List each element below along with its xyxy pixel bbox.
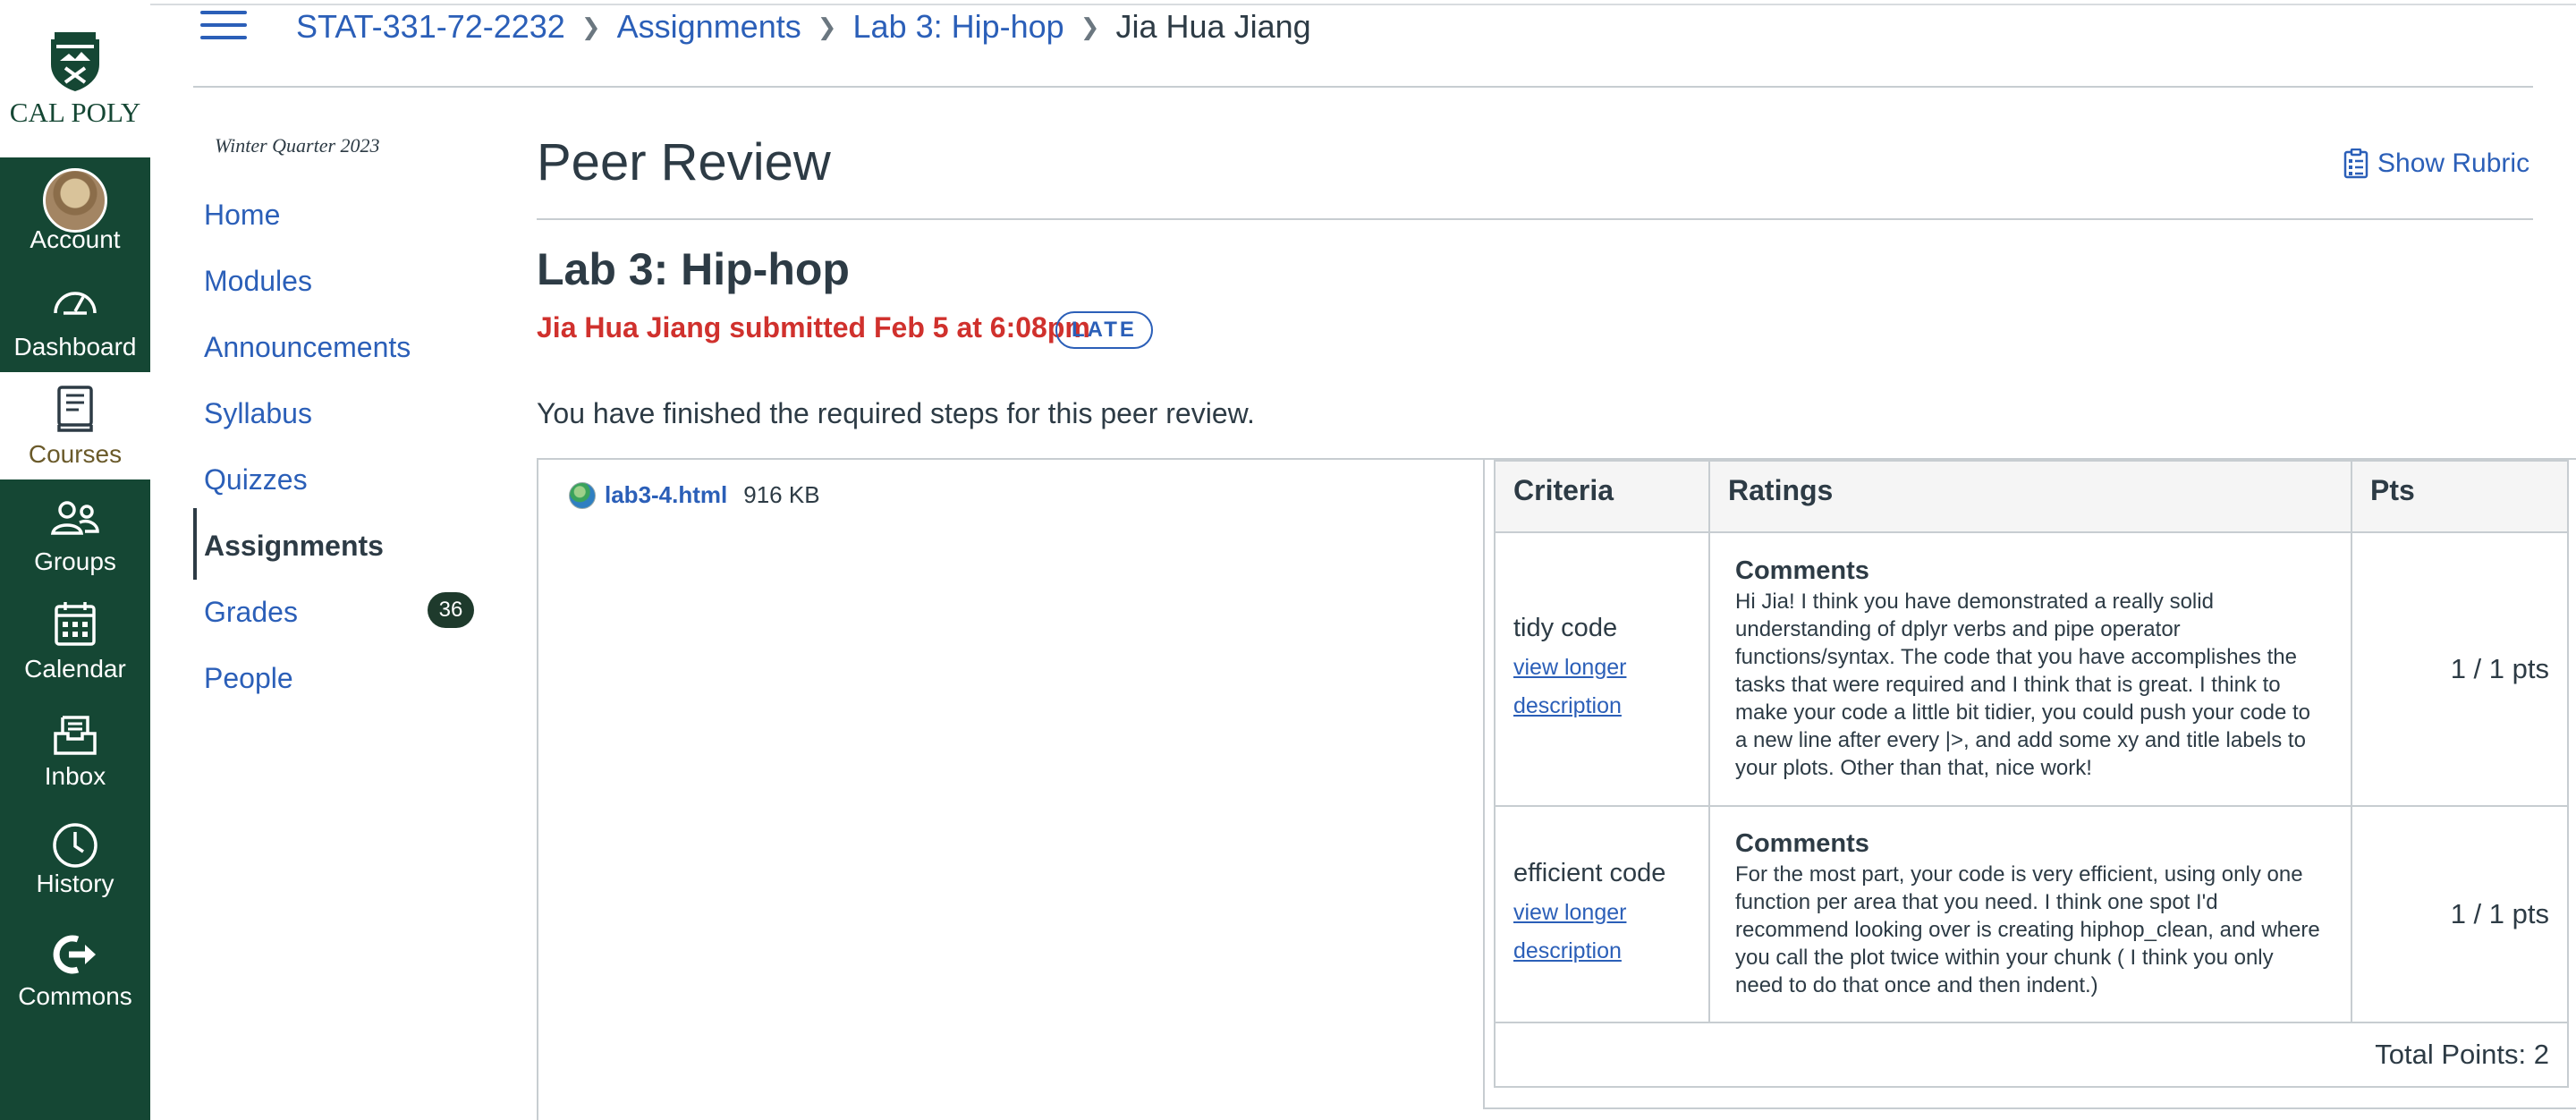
nav-calendar[interactable]: Calendar [0, 587, 150, 694]
rating-cell: Comments Hi Jia! I think you have demons… [1708, 531, 2352, 807]
term-label: Winter Quarter 2023 [215, 134, 380, 157]
page-title: Peer Review [537, 133, 831, 191]
title-divider [537, 218, 2533, 220]
nav-account[interactable]: Account [0, 157, 150, 265]
breadcrumb-course[interactable]: STAT-331-72-2232 [296, 8, 565, 46]
dashboard-icon [54, 292, 97, 315]
account-avatar [43, 168, 107, 233]
html-file-icon [569, 481, 596, 509]
breadcrumb-assignments[interactable]: Assignments [617, 8, 801, 46]
late-badge: LATE [1055, 311, 1153, 349]
nav-dashboard-label: Dashboard [13, 333, 137, 361]
total-points: Total Points: 2 [1494, 1022, 2569, 1088]
nav-inbox[interactable]: Inbox [0, 694, 150, 802]
nav-commons-label: Commons [18, 982, 132, 1010]
course-nav-people[interactable]: People [204, 662, 293, 695]
rubric-row: tidy code view longer description Commen… [1494, 531, 2569, 807]
nav-calendar-label: Calendar [24, 655, 126, 683]
groups-icon [50, 501, 99, 535]
points-cell: 1 / 1 pts [2351, 805, 2569, 1023]
comments-label: Comments [1735, 556, 1869, 585]
nav-inbox-label: Inbox [44, 762, 106, 790]
assignment-title: Lab 3: Hip-hop [537, 244, 850, 294]
criterion-title: efficient code [1513, 858, 1666, 887]
active-indicator [193, 508, 197, 580]
criterion-cell: efficient code view longer description [1494, 805, 1710, 1023]
grades-count-badge: 36 [428, 592, 474, 628]
calendar-icon [55, 602, 96, 646]
rubric-icon [2343, 148, 2368, 179]
nav-courses[interactable]: Courses [0, 372, 150, 479]
course-nav-syllabus[interactable]: Syllabus [204, 397, 312, 430]
nav-groups-label: Groups [34, 547, 116, 575]
rating-cell: Comments For the most part, your code is… [1708, 805, 2352, 1023]
chevron-right-icon: ❯ [1080, 13, 1100, 40]
rubric-panel-footer [2030, 1107, 2576, 1120]
attachment: lab3-4.html 916 KB [569, 481, 820, 509]
cal-poly-logo[interactable]: CAL POLY [0, 0, 150, 157]
logo-text: CAL POLY [9, 97, 141, 128]
breadcrumb-current: Jia Hua Jiang [1115, 8, 1311, 45]
course-nav-announcements[interactable]: Announcements [204, 331, 411, 364]
submission-status: Jia Hua Jiang submitted Feb 5 at 6:08pm [537, 311, 1090, 344]
show-rubric-button[interactable]: Show Rubric [2343, 148, 2529, 179]
nav-commons[interactable]: Commons [0, 914, 150, 1022]
attachment-size: 916 KB [743, 481, 820, 508]
rubric-row: efficient code view longer description C… [1494, 805, 2569, 1023]
ratings-header: Ratings [1708, 460, 2352, 533]
comments-label: Comments [1735, 829, 1869, 858]
show-rubric-label: Show Rubric [2377, 148, 2530, 178]
criterion-title: tidy code [1513, 613, 1618, 642]
comment-text: Hi Jia! I think you have demonstrated a … [1735, 590, 2311, 780]
nav-courses-label: Courses [28, 440, 123, 468]
rubric-table: Criteria Ratings Pts tidy code view long… [1494, 460, 2569, 1088]
pts-header: Pts [2351, 460, 2569, 533]
nav-groups[interactable]: Groups [0, 479, 150, 587]
comment-text: For the most part, your code is very eff… [1735, 862, 2320, 997]
header-divider [193, 86, 2533, 88]
clock-icon [53, 823, 97, 868]
breadcrumb: STAT-331-72-2232 ❯ Assignments ❯ Lab 3: … [296, 5, 1311, 48]
breadcrumb-assignment[interactable]: Lab 3: Hip-hop [853, 8, 1064, 46]
attachment-link[interactable]: lab3-4.html [605, 481, 727, 509]
nav-account-label: Account [30, 225, 121, 253]
nav-history-label: History [36, 870, 114, 897]
rubric-header-row: Criteria Ratings Pts [1494, 460, 2569, 533]
criterion-cell: tidy code view longer description [1494, 531, 1710, 807]
course-nav-assignments[interactable]: Assignments [204, 530, 384, 563]
course-nav-modules[interactable]: Modules [204, 265, 312, 298]
global-nav-panel: Account Dashboard Courses Groups Calenda… [0, 157, 150, 1120]
course-nav-grades[interactable]: Grades [204, 596, 298, 629]
view-longer-description-link[interactable]: view longer description [1513, 900, 1626, 963]
commons-icon [53, 935, 96, 974]
nav-history[interactable]: History [0, 802, 150, 909]
cal-poly-shield-icon [51, 32, 99, 91]
chevron-right-icon: ❯ [580, 13, 601, 40]
course-nav-quizzes[interactable]: Quizzes [204, 463, 308, 496]
nav-dashboard[interactable]: Dashboard [0, 265, 150, 372]
course-nav-home[interactable]: Home [204, 199, 280, 232]
chevron-right-icon: ❯ [817, 13, 837, 40]
global-navigation: CAL POLY Account Dashboard Courses Group… [0, 0, 150, 1120]
points-cell: 1 / 1 pts [2351, 531, 2569, 807]
book-icon [57, 386, 93, 432]
hamburger-menu-icon[interactable] [200, 9, 247, 41]
rubric-total-row: Total Points: 2 [1494, 1022, 2569, 1088]
criteria-header: Criteria [1494, 460, 1710, 533]
inbox-icon [54, 716, 97, 755]
peer-review-complete-message: You have finished the required steps for… [537, 397, 1255, 429]
view-longer-description-link[interactable]: view longer description [1513, 655, 1626, 718]
